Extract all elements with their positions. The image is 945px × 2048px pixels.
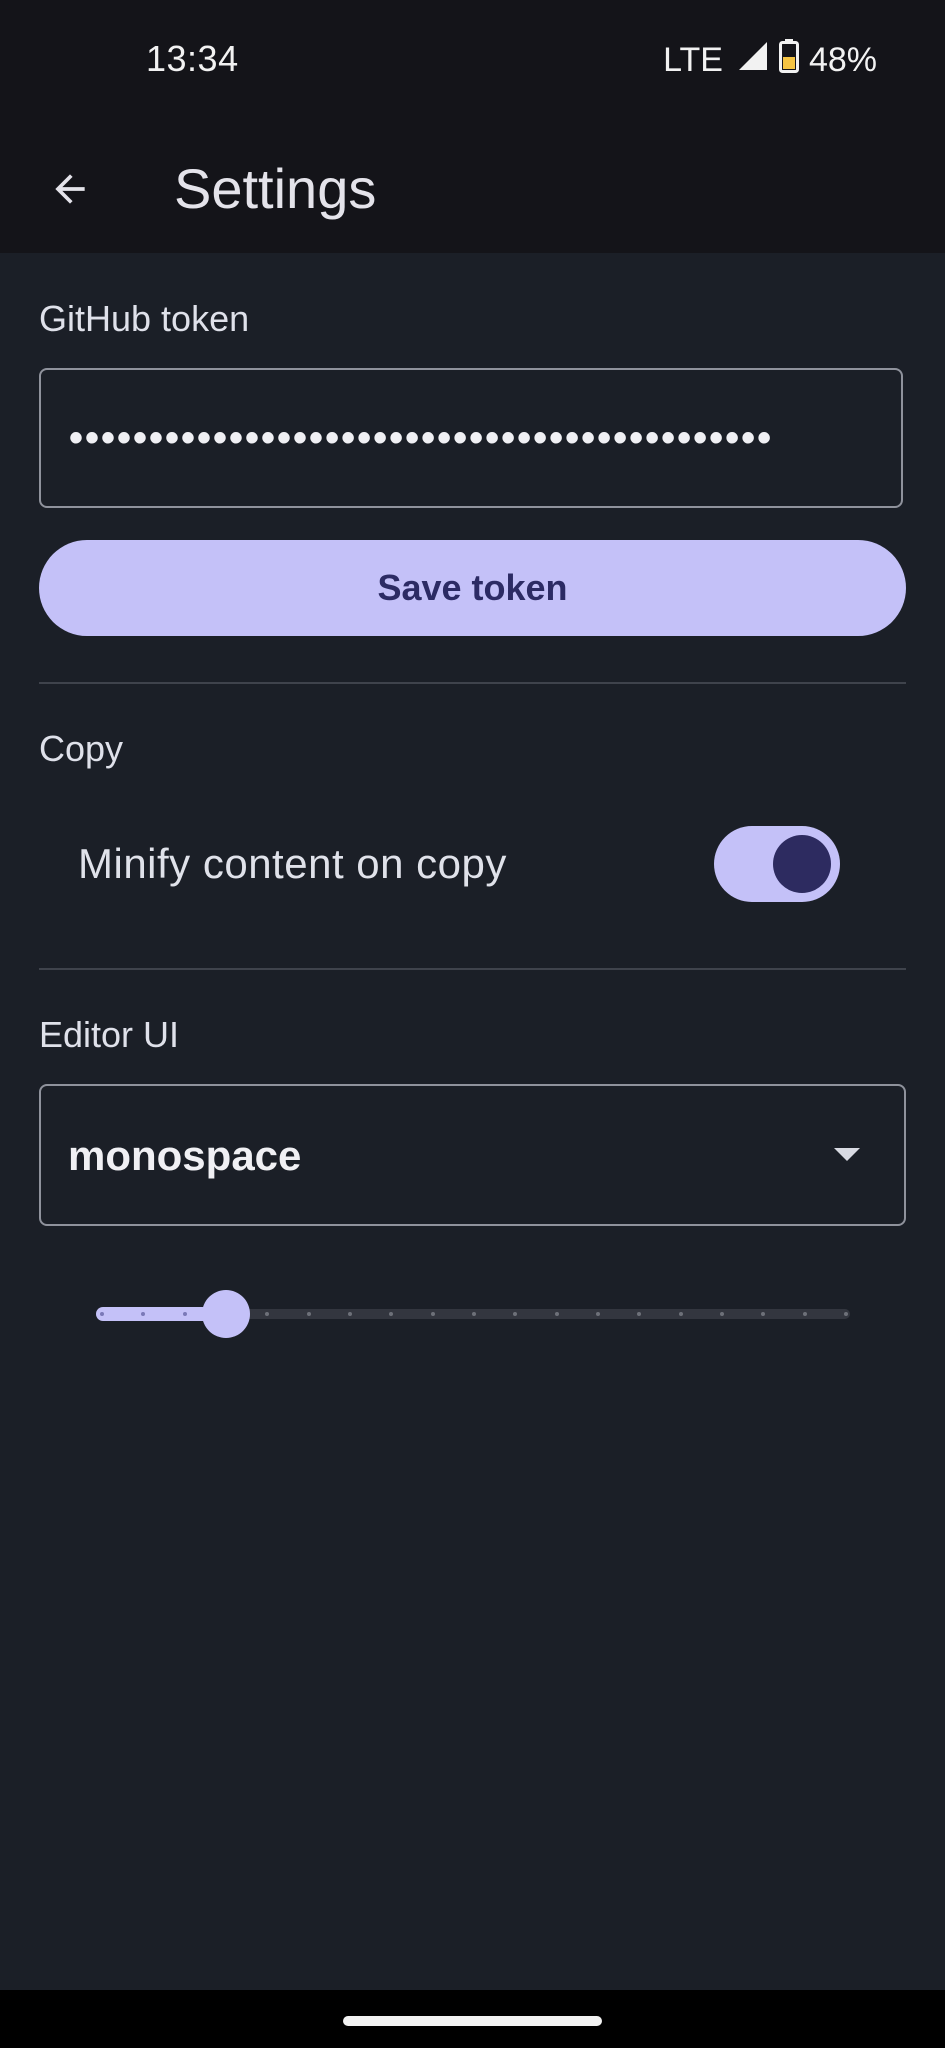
divider	[39, 968, 906, 970]
slider-tick	[844, 1312, 848, 1316]
app-bar: Settings	[0, 125, 945, 253]
status-bar: 13:34 LTE 48%	[0, 0, 945, 125]
back-button[interactable]	[34, 153, 106, 225]
slider-tick	[678, 1312, 683, 1316]
copy-section-label: Copy	[39, 728, 124, 769]
github-token-input[interactable]: ••••••••••••••••••••••••••••••••••••••••…	[39, 368, 903, 508]
save-token-button[interactable]: Save token	[39, 540, 906, 636]
slider-tick	[720, 1312, 724, 1316]
slider-tick	[348, 1312, 352, 1316]
slider-tick	[430, 1312, 435, 1316]
slider-tick	[802, 1312, 807, 1316]
toggle-thumb	[773, 835, 831, 893]
slider-tick	[472, 1312, 476, 1316]
github-token-label: GitHub token	[39, 298, 250, 339]
editor-ui-label: Editor UI	[39, 1014, 180, 1055]
home-indicator[interactable]	[343, 2016, 602, 2026]
page-title: Settings	[174, 157, 377, 220]
status-time: 13:34	[146, 38, 239, 79]
minify-toggle[interactable]	[714, 826, 840, 902]
battery-level: 48%	[808, 40, 877, 79]
github-token-masked-value: ••••••••••••••••••••••••••••••••••••••••…	[69, 415, 774, 460]
status-icons: LTE 48%	[663, 36, 877, 84]
slider-tick	[554, 1312, 559, 1316]
slider-tick	[182, 1312, 187, 1316]
arrow-drop-down-icon	[834, 1148, 860, 1161]
slider-tick	[596, 1312, 600, 1316]
navigation-bar	[0, 1990, 945, 2048]
signal-icon	[737, 40, 769, 81]
minify-setting-row[interactable]: Minify content on copy	[39, 820, 906, 908]
slider-thumb[interactable]	[202, 1290, 250, 1338]
battery-icon	[778, 38, 799, 82]
arrow-back-icon	[55, 174, 85, 204]
minify-label: Minify content on copy	[78, 840, 507, 887]
network-type: LTE	[663, 40, 723, 79]
divider	[39, 682, 906, 684]
font-size-slider[interactable]	[94, 1290, 854, 1338]
slider-tick	[100, 1312, 104, 1316]
font-dropdown-value: monospace	[68, 1132, 302, 1179]
settings-screen: 13:34 LTE 48% Settings GitHub token ••••…	[0, 0, 945, 2048]
slider-tick	[306, 1312, 311, 1316]
font-dropdown[interactable]: monospace	[39, 1084, 906, 1226]
